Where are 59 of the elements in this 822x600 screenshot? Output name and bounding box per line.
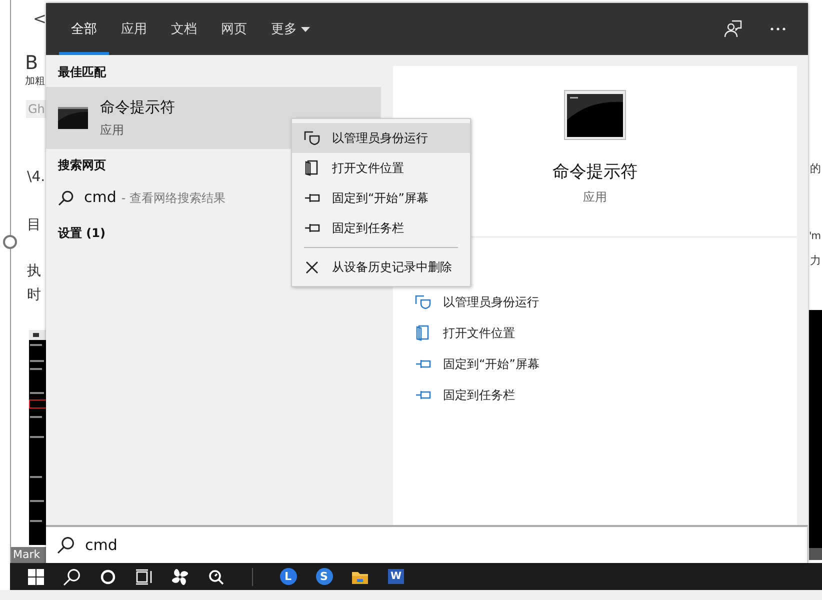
app-type: 应用 <box>583 189 607 206</box>
windows-icon[interactable] <box>28 568 44 584</box>
action-item[interactable]: 固定到任务栏 <box>415 385 515 405</box>
text-fragment: 的 <box>810 161 821 177</box>
shield-icon <box>304 131 320 145</box>
search-icon <box>57 536 75 554</box>
menu-item[interactable]: 固定到任务栏 <box>292 213 470 243</box>
app-title: 命令提示符 <box>552 161 638 183</box>
tab[interactable]: 文档 <box>159 3 209 55</box>
text-fragment: \4. <box>27 168 46 186</box>
text-fragment: Gh <box>26 100 47 118</box>
word-icon[interactable]: W <box>388 569 404 584</box>
section-heading: 搜索网页 <box>56 157 107 174</box>
close-icon <box>304 260 320 274</box>
query-text: cmd <box>84 188 116 206</box>
menu-item[interactable]: 打开文件位置 <box>292 153 470 183</box>
menu-item[interactable]: 从设备历史记录中删除 <box>292 252 470 282</box>
action-item[interactable]: 打开文件位置 <box>415 323 515 343</box>
status-label: Mark <box>11 547 47 563</box>
text-fragment: 目 <box>27 216 41 234</box>
text-fragment: 执 <box>27 262 41 280</box>
document-icon <box>415 325 431 341</box>
action-item[interactable]: 以管理员身份运行 <box>415 292 539 312</box>
web-search-item[interactable]: cmd - 查看网络搜索结果 <box>46 180 238 215</box>
tab[interactable]: 全部 <box>59 3 109 55</box>
hint-text: - 查看网络搜索结果 <box>121 190 226 207</box>
tab[interactable]: 更多 <box>259 3 322 55</box>
app-icon[interactable]: S <box>316 568 332 585</box>
section-heading: 最佳匹配 <box>57 64 107 81</box>
pin-icon <box>304 193 320 203</box>
pin-icon <box>415 359 431 369</box>
more-icon[interactable] <box>770 27 786 31</box>
shield-icon <box>415 295 431 309</box>
magnifier-icon[interactable] <box>208 568 224 584</box>
tab[interactable]: 网页 <box>209 3 259 55</box>
tab[interactable]: 应用 <box>109 3 159 55</box>
result-title: 命令提示符 <box>100 98 175 116</box>
terminal-icon <box>58 107 88 129</box>
feedback-icon[interactable] <box>724 20 742 38</box>
pin-icon <box>304 223 320 233</box>
menu-item[interactable]: 固定到“开始”屏幕 <box>292 183 470 213</box>
app-icon[interactable]: L <box>280 568 296 585</box>
action-item[interactable]: 固定到“开始”屏幕 <box>415 354 540 374</box>
terminal-icon <box>564 90 626 140</box>
task-view-icon[interactable] <box>135 568 153 584</box>
result-type: 应用 <box>100 122 125 138</box>
circle-icon[interactable] <box>100 568 116 584</box>
back-button[interactable]: < <box>33 10 46 28</box>
search-icon[interactable] <box>63 568 81 586</box>
text-fragment: 'm <box>809 230 820 244</box>
document-icon <box>304 160 320 176</box>
menu-item[interactable]: 以管理员身份运行 <box>292 123 470 153</box>
text-fragment: 力 <box>810 253 821 269</box>
pin-icon <box>415 390 431 400</box>
search-icon <box>58 190 74 206</box>
fan-icon[interactable] <box>171 568 189 586</box>
bold-button[interactable]: B 加粗 <box>25 52 45 88</box>
section-heading[interactable]: 设置 (1) <box>46 215 118 248</box>
text-fragment: 时 <box>27 286 41 304</box>
